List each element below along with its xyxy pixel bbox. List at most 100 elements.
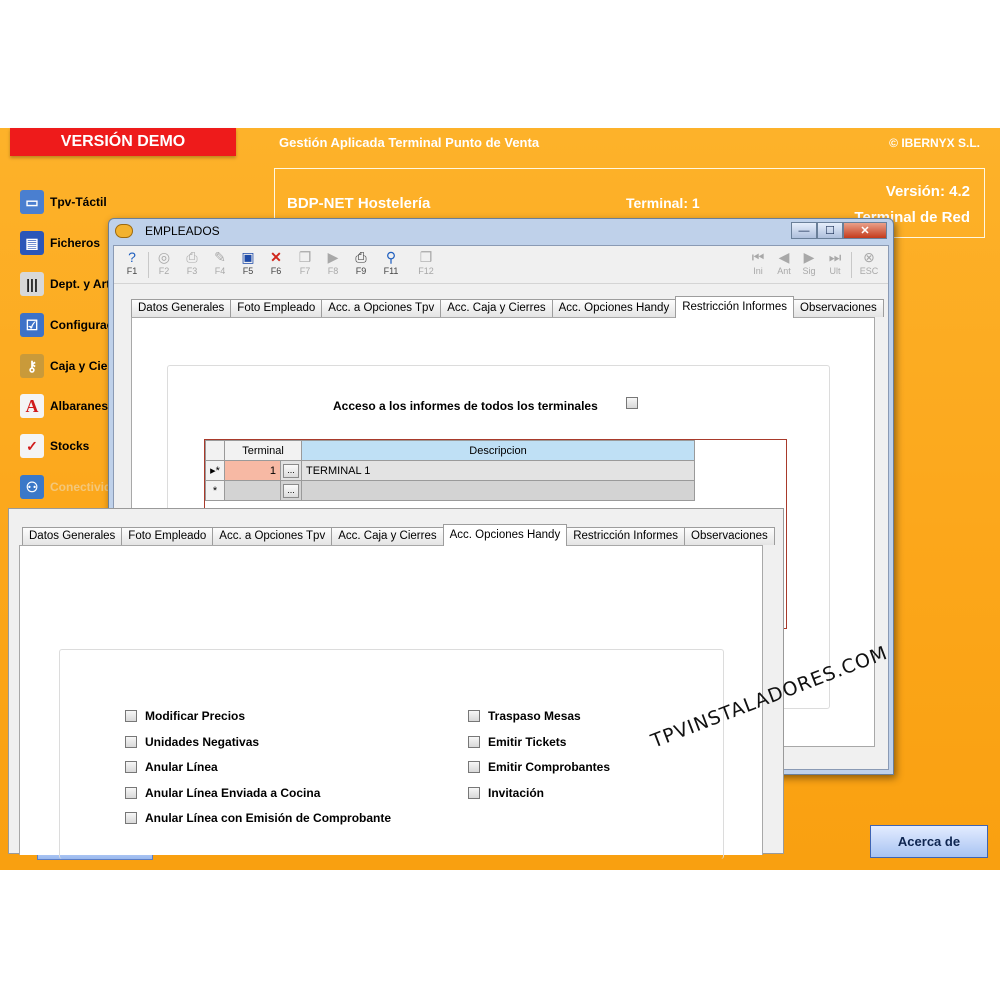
tab-restriccion-informes[interactable]: Restricción Informes (566, 527, 686, 545)
anular-linea-cocina-option[interactable]: Anular Línea Enviada a Cocina (125, 786, 320, 800)
toolbar-key: Ant (777, 266, 791, 276)
acceso-todos-checkbox[interactable] (626, 397, 638, 409)
exit-button[interactable]: ⊗ ESC (855, 249, 883, 276)
play-icon: ▶ (327, 249, 339, 265)
traspaso-mesas-option[interactable]: Traspaso Mesas (468, 709, 581, 723)
window-close-button[interactable]: ✕ (843, 222, 887, 239)
column-header-terminal[interactable]: Terminal (224, 440, 302, 461)
barcode-icon: ||| (20, 272, 44, 296)
toolbar-key: F6 (270, 266, 282, 276)
window-titlebar[interactable]: EMPLEADOS (115, 224, 220, 238)
sidebar-item-conectividad[interactable]: ⚇ Conectivid (20, 475, 111, 499)
search-button[interactable]: ⚲ F11 (377, 249, 405, 276)
invitacion-option[interactable]: Invitación (468, 786, 544, 800)
demo-version-banner: VERSIÓN DEMO (10, 128, 236, 156)
toolbar-key: F5 (242, 266, 254, 276)
keys-icon: ⚷ (20, 354, 44, 378)
help-icon: ? (128, 249, 136, 265)
tab-acc-caja-cierres[interactable]: Acc. Caja y Cierres (331, 527, 444, 545)
ellipsis-cell: ... (280, 460, 302, 481)
grid-corner (205, 440, 225, 461)
about-button[interactable]: Acerca de (870, 825, 988, 858)
new-icon: ◎ (157, 249, 171, 265)
save-button[interactable]: ▣ F5 (234, 249, 262, 276)
table-row[interactable]: * ... (205, 480, 695, 501)
help-button[interactable]: ? F1 (118, 249, 146, 276)
descripcion-cell[interactable] (301, 480, 695, 501)
terminal-cell[interactable]: 1 (224, 460, 281, 481)
tab-observaciones[interactable]: Observaciones (793, 299, 884, 317)
ellipsis-cell: ... (280, 480, 302, 501)
toolbar-key: Sig (802, 266, 816, 276)
checkbox[interactable] (125, 787, 137, 799)
acc-opciones-handy-panel: Datos Generales Foto Empleado Acc. a Opc… (8, 508, 784, 859)
copy-button[interactable]: ❐ F7 (291, 249, 319, 276)
sidebar-item-caja-cierres[interactable]: ⚷ Caja y Cier (20, 354, 112, 378)
tab-acc-caja-cierres[interactable]: Acc. Caja y Cierres (440, 299, 553, 317)
play-button[interactable]: ▶ F8 (319, 249, 347, 276)
tab-observaciones[interactable]: Observaciones (684, 527, 775, 545)
paste-button[interactable]: ❐ F12 (412, 249, 440, 276)
edit-button[interactable]: ✎ F4 (206, 249, 234, 276)
sidebar-item-label: Ficheros (50, 236, 101, 250)
sidebar-item-label: Dept. y Art (50, 277, 111, 291)
sidebar-item-albaranes[interactable]: A Albaranes (20, 394, 108, 418)
delete-button[interactable]: ✕ F6 (262, 249, 290, 276)
tab-restriccion-informes[interactable]: Restricción Informes (675, 296, 795, 318)
tab-acc-opciones-handy[interactable]: Acc. Opciones Handy (442, 524, 568, 546)
checkbox[interactable] (125, 736, 137, 748)
product-name: BDP-NET Hostelería (287, 195, 431, 212)
delete-icon: ✕ (270, 249, 282, 265)
sidebar-item-configuracion[interactable]: ☑ Configurac (20, 313, 113, 337)
tab-acc-opciones-tpv[interactable]: Acc. a Opciones Tpv (321, 299, 442, 317)
sidebar-item-dept-art[interactable]: ||| Dept. y Art (20, 272, 110, 296)
unidades-negativas-option[interactable]: Unidades Negativas (125, 735, 259, 749)
terminal-cell[interactable] (224, 480, 281, 501)
descripcion-cell[interactable]: TERMINAL 1 (301, 460, 695, 481)
checkbox[interactable] (125, 812, 137, 824)
option-label: Invitación (488, 786, 545, 800)
emitir-comprobantes-option[interactable]: Emitir Comprobantes (468, 760, 610, 774)
column-header-descripcion[interactable]: Descripcion (301, 440, 695, 461)
ellipsis-button[interactable]: ... (283, 463, 299, 478)
window-minimize-button[interactable]: — (791, 222, 817, 239)
checkbox[interactable] (125, 710, 137, 722)
option-label: Anular Línea con Emisión de Comprobante (145, 811, 392, 825)
previous-record-button[interactable]: ◀ Ant (770, 249, 798, 276)
checkbox[interactable] (468, 761, 480, 773)
ellipsis-button[interactable]: ... (283, 483, 299, 498)
tab-acc-opciones-handy[interactable]: Acc. Opciones Handy (551, 299, 677, 317)
table-row[interactable]: ▸* 1 ... TERMINAL 1 (205, 460, 695, 481)
book-icon: ▤ (20, 231, 44, 255)
tab-foto-empleado[interactable]: Foto Empleado (121, 527, 214, 545)
print-preview-button[interactable]: ⎙ F3 (178, 249, 206, 276)
option-label: Modificar Precios (145, 709, 246, 723)
tab-foto-empleado[interactable]: Foto Empleado (230, 299, 323, 317)
emitir-tickets-option[interactable]: Emitir Tickets (468, 735, 566, 749)
toolbar-key: F9 (355, 266, 367, 276)
sidebar-item-stocks[interactable]: ✓ Stocks (20, 434, 89, 458)
tab-acc-opciones-tpv[interactable]: Acc. a Opciones Tpv (212, 527, 333, 545)
anular-linea-comprobante-option[interactable]: Anular Línea con Emisión de Comprobante (125, 811, 391, 825)
checkbox[interactable] (468, 736, 480, 748)
tab-datos-generales[interactable]: Datos Generales (131, 299, 232, 317)
anular-linea-option[interactable]: Anular Línea (125, 760, 218, 774)
new-button[interactable]: ◎ F2 (150, 249, 178, 276)
print-button[interactable]: ⎙ F9 (347, 249, 375, 276)
window-maximize-button[interactable]: ☐ (817, 222, 843, 239)
toolbar-key: F8 (327, 266, 339, 276)
checkbox[interactable] (125, 761, 137, 773)
checkbox[interactable] (468, 710, 480, 722)
toolbar-key: Ult (829, 266, 841, 276)
acceso-todos-label: Acceso a los informes de todos los termi… (333, 399, 598, 413)
first-record-button[interactable]: ⏮ Ini (744, 249, 772, 276)
tab-datos-generales[interactable]: Datos Generales (22, 527, 123, 545)
sidebar-item-tpv-tactil[interactable]: ▭ Tpv-Táctil (20, 190, 107, 214)
toolbar-key: F3 (186, 266, 198, 276)
last-record-button[interactable]: ⏭ Ult (821, 249, 849, 276)
modificar-precios-option[interactable]: Modificar Precios (125, 709, 245, 723)
next-record-button[interactable]: ▶ Sig (795, 249, 823, 276)
app-title: Gestión Aplicada Terminal Punto de Venta (279, 135, 540, 150)
sidebar-item-ficheros[interactable]: ▤ Ficheros (20, 231, 100, 255)
checkbox[interactable] (468, 787, 480, 799)
